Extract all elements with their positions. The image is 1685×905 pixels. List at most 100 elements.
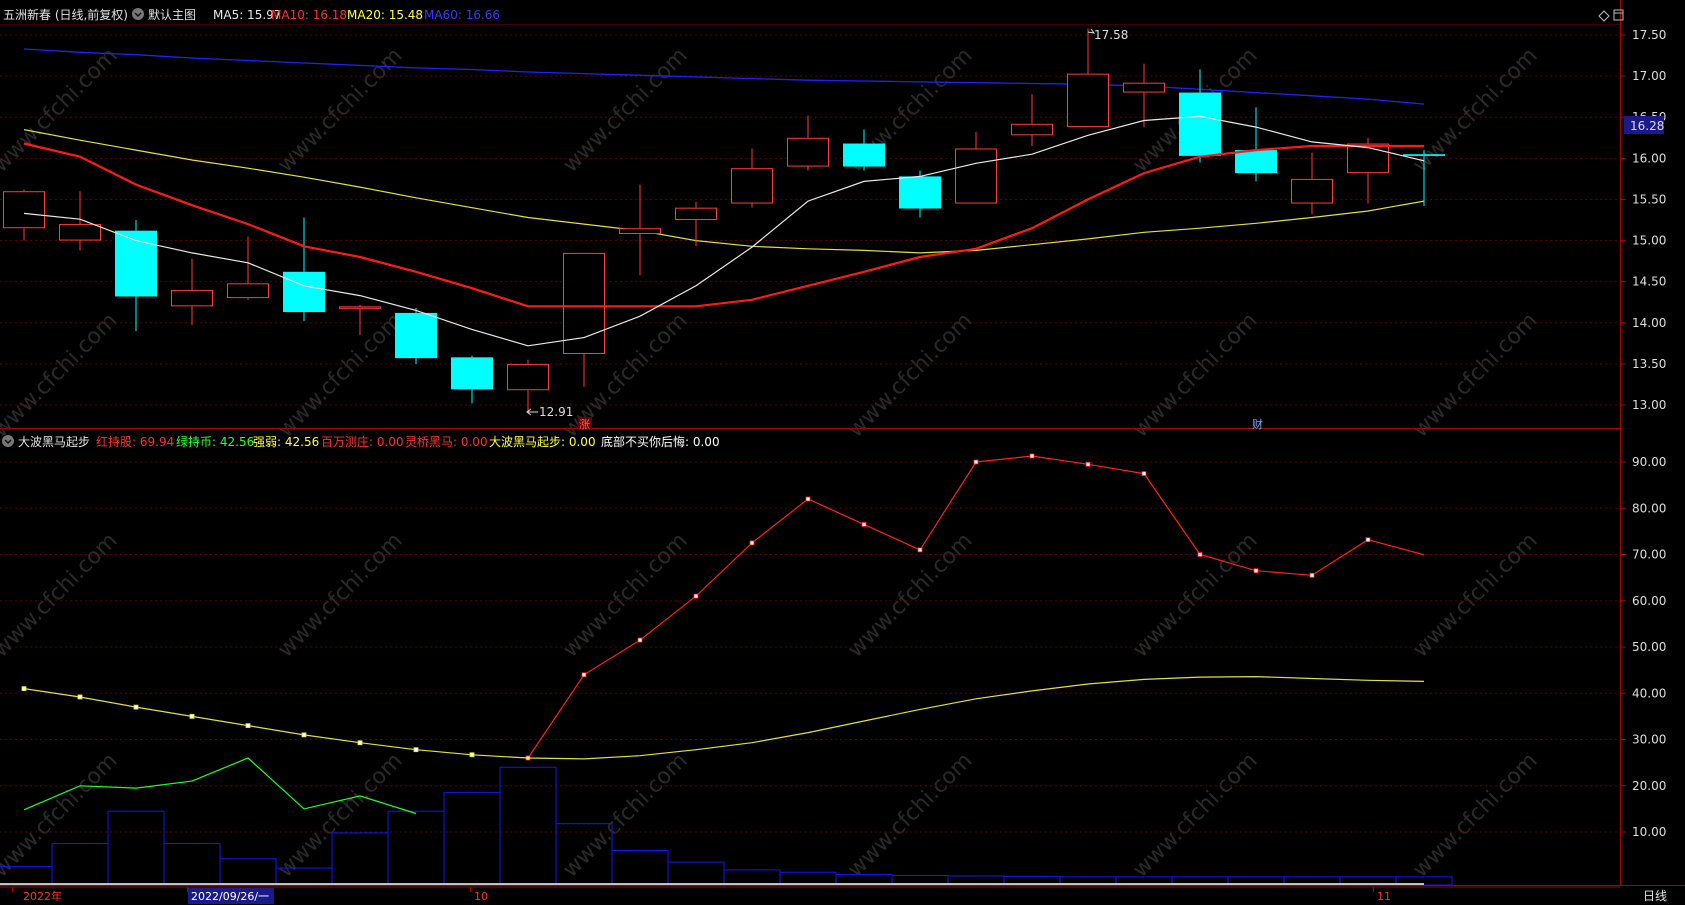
candle[interactable] <box>1123 63 1165 128</box>
indicator-point <box>357 740 363 746</box>
candle[interactable] <box>619 184 661 276</box>
price-tick-label: 15.00 <box>1632 234 1666 248</box>
candle[interactable] <box>1067 28 1109 128</box>
indicator-value-red-hold: 红持股: 69.94 <box>96 434 174 449</box>
indicator-bar <box>723 869 781 886</box>
price-axis: 17.5017.0016.5016.0015.5015.0014.5014.00… <box>1620 28 1666 412</box>
candle-body <box>227 283 269 299</box>
cai-marker[interactable]: 财 <box>1252 417 1263 431</box>
candle-body <box>731 168 773 204</box>
candle-body <box>899 176 941 209</box>
chevron-circle-icon[interactable] <box>132 8 144 20</box>
main-chart-selector[interactable]: 默认主图 <box>148 7 196 22</box>
candle[interactable] <box>171 258 213 326</box>
stock-chart-window[interactable]: www.cfchi.com www.cfchi.com www.cfchi.com w… <box>0 0 1685 905</box>
indicator-point <box>77 694 83 700</box>
watermark-text: www.cfchi.com <box>0 308 123 442</box>
watermark-text: www.cfchi.com <box>558 528 692 662</box>
price-tick-label: 13.50 <box>1632 357 1666 371</box>
candle[interactable] <box>115 220 157 331</box>
indicator-bar <box>219 858 277 886</box>
candle-body <box>1011 123 1053 136</box>
candle-body <box>1179 92 1221 156</box>
candle[interactable] <box>675 201 717 247</box>
indicator-name[interactable]: 大波黑马起步 <box>18 435 90 449</box>
indicator-point <box>861 522 867 527</box>
candle-body <box>843 143 885 167</box>
month-november-label: 11 <box>1377 890 1391 903</box>
indicator-tick-label: 50.00 <box>1632 640 1666 654</box>
candle[interactable] <box>451 355 493 404</box>
period-button[interactable]: 日线 <box>1620 887 1685 905</box>
candle[interactable] <box>731 148 773 208</box>
indicator-line <box>527 455 1425 759</box>
candle[interactable] <box>1235 107 1277 182</box>
high-annotation: 17.58 <box>1087 28 1128 42</box>
candle[interactable] <box>59 191 101 251</box>
stock-title[interactable]: 五洲新春 (日线,前复权) <box>3 7 128 22</box>
zhang-marker[interactable]: 涨 <box>578 417 592 431</box>
candle-body <box>171 289 213 307</box>
indicator-point <box>1141 471 1147 476</box>
month-october-label: 10 <box>474 890 488 903</box>
ma10-line <box>23 142 1424 308</box>
candle[interactable] <box>1291 152 1333 215</box>
chevron-circle-icon[interactable] <box>2 435 14 447</box>
candle-body <box>563 252 605 355</box>
indicator-point <box>749 540 755 546</box>
watermark-text: www.cfchi.com <box>1408 528 1542 662</box>
indicator-point <box>581 672 587 678</box>
current-price-label: 16.28 <box>1630 119 1664 133</box>
indicator-line <box>23 675 1425 760</box>
diamond-icon[interactable] <box>1598 10 1610 22</box>
indicator-bar <box>163 843 221 886</box>
indicator-point <box>973 459 979 465</box>
candle[interactable] <box>395 307 437 364</box>
candle-body <box>1067 73 1109 128</box>
candle-body <box>339 306 381 309</box>
indicator-value-dabo: 大波黑马起步: 0.00 <box>489 435 596 449</box>
indicator-bar <box>331 832 389 886</box>
indicator-bar <box>667 861 725 886</box>
indicator-bar <box>107 810 165 886</box>
high-price-label: 17.58 <box>1094 28 1128 42</box>
indicator-bar <box>611 850 669 886</box>
watermark-text: www.cfchi.com <box>558 43 692 177</box>
indicator-point <box>413 747 419 753</box>
indicator-point <box>917 547 923 553</box>
watermark-text: www.cfchi.com <box>0 43 123 177</box>
candle-body <box>1347 143 1389 174</box>
candle[interactable] <box>955 132 997 204</box>
watermark-text: www.cfchi.com <box>273 748 407 882</box>
indicator-tick-label: 40.00 <box>1632 686 1666 700</box>
watermark-text: www.cfchi.com <box>273 43 407 177</box>
zhang-marker-text: 涨 <box>579 418 590 431</box>
indicator-tick-label: 30.00 <box>1632 733 1666 747</box>
candle-body <box>1235 150 1277 174</box>
indicator-point <box>1085 461 1091 467</box>
candle-body <box>507 363 549 391</box>
watermark-text: www.cfchi.com <box>843 528 977 662</box>
candle[interactable] <box>1011 94 1053 146</box>
indicator-lines <box>21 453 1425 815</box>
indicator-point <box>469 752 475 758</box>
candle-body <box>283 271 325 313</box>
indicator-tick-label: 10.00 <box>1632 825 1666 839</box>
candle[interactable] <box>563 252 605 387</box>
time-axis: 2022年 2022/09/26/一 10 11 <box>0 886 1620 904</box>
candle-body <box>3 191 45 229</box>
indicator-tick-label: 90.00 <box>1632 455 1666 469</box>
indicator-point <box>133 704 139 710</box>
window-restore-icon[interactable] <box>1613 9 1624 21</box>
watermark-text: www.cfchi.com <box>843 308 977 442</box>
watermark-text: www.cfchi.com <box>1128 308 1262 442</box>
price-tick-label: 16.00 <box>1632 151 1666 165</box>
candle-body <box>1291 178 1333 204</box>
candle[interactable] <box>787 115 829 171</box>
candle-body <box>1403 154 1445 156</box>
candle[interactable] <box>283 217 325 322</box>
indicator-value-bottom: 底部不买你后悔: 0.00 <box>601 434 720 449</box>
candle-body <box>451 357 493 390</box>
indicator-bar <box>779 871 837 886</box>
watermark-text: www.cfchi.com <box>273 528 407 662</box>
